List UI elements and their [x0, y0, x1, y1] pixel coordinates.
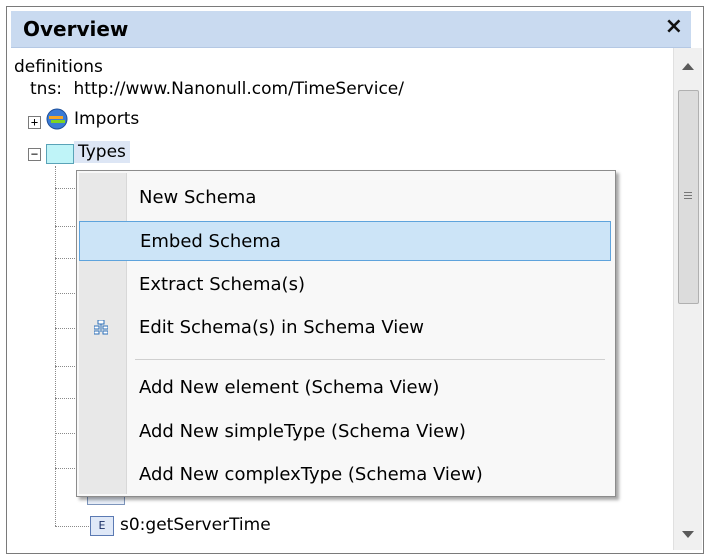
context-menu: New Schema Embed Schema Extract Schema(s…: [76, 170, 616, 497]
tree-guide-line: [55, 188, 75, 189]
close-icon[interactable]: ×: [665, 15, 683, 39]
tns-label: tns:: [30, 79, 63, 99]
element-icon: E: [90, 516, 114, 536]
menu-item-add-simpletype[interactable]: Add New simpleType (Schema View): [79, 412, 611, 452]
tree-item-imports[interactable]: Imports: [74, 108, 139, 130]
menu-item-label: Add New simpleType (Schema View): [139, 421, 466, 442]
types-expander[interactable]: −: [28, 148, 41, 161]
vertical-scrollbar[interactable]: [673, 48, 702, 550]
tns-row: tns: http://www.Nanonull.com/TimeService…: [30, 78, 404, 100]
menu-item-label: Extract Schema(s): [139, 274, 305, 295]
grip-line: [684, 198, 692, 199]
menu-item-add-complextype[interactable]: Add New complexType (Schema View): [79, 455, 611, 495]
menu-item-edit-schemas[interactable]: Edit Schema(s) in Schema View: [79, 308, 611, 348]
menu-item-new-schema[interactable]: New Schema: [79, 178, 611, 218]
scroll-up-arrow-icon[interactable]: [682, 63, 694, 70]
menu-item-label: Add New complexType (Schema View): [139, 464, 483, 485]
tree-guide-line: [55, 398, 75, 399]
menu-separator: [135, 359, 605, 360]
tree-guide-line: [55, 293, 75, 294]
grip-line: [684, 195, 692, 196]
tree-item-types[interactable]: Types: [74, 141, 130, 163]
tree-guide-line: [55, 526, 91, 527]
tree-guide-line: [55, 366, 75, 367]
tree-guide-line: [55, 166, 56, 526]
menu-item-label: Edit Schema(s) in Schema View: [139, 317, 425, 338]
menu-item-label: Embed Schema: [140, 231, 281, 252]
imports-expander[interactable]: +: [28, 116, 41, 129]
tree-guide-line: [55, 258, 75, 259]
tns-value: http://www.Nanonull.com/TimeService/: [73, 79, 404, 99]
menu-item-label: New Schema: [139, 187, 257, 208]
menu-item-extract-schemas[interactable]: Extract Schema(s): [79, 265, 611, 305]
menu-item-add-element[interactable]: Add New element (Schema View): [79, 368, 611, 408]
overview-titlebar: Overview ×: [11, 11, 691, 48]
grip-line: [684, 192, 692, 193]
tree-guide-line: [55, 328, 75, 329]
scroll-thumb[interactable]: [678, 90, 699, 304]
tree-guide-line: [55, 468, 75, 469]
menu-item-label: Add New element (Schema View): [139, 377, 440, 398]
types-icon: [46, 144, 74, 164]
panel-title: Overview: [23, 17, 129, 41]
menu-item-embed-schema[interactable]: Embed Schema: [79, 221, 611, 261]
tree-root-definitions[interactable]: definitions: [14, 56, 103, 78]
tree-item-getservertime[interactable]: s0:getServerTime: [120, 514, 271, 536]
schema-view-icon: [94, 320, 108, 335]
tree-guide-line: [55, 226, 75, 227]
scroll-down-arrow-icon[interactable]: [682, 531, 694, 538]
hidden-element-icon: [87, 496, 125, 505]
imports-icon: [46, 108, 68, 130]
tree-guide-line: [55, 433, 75, 434]
